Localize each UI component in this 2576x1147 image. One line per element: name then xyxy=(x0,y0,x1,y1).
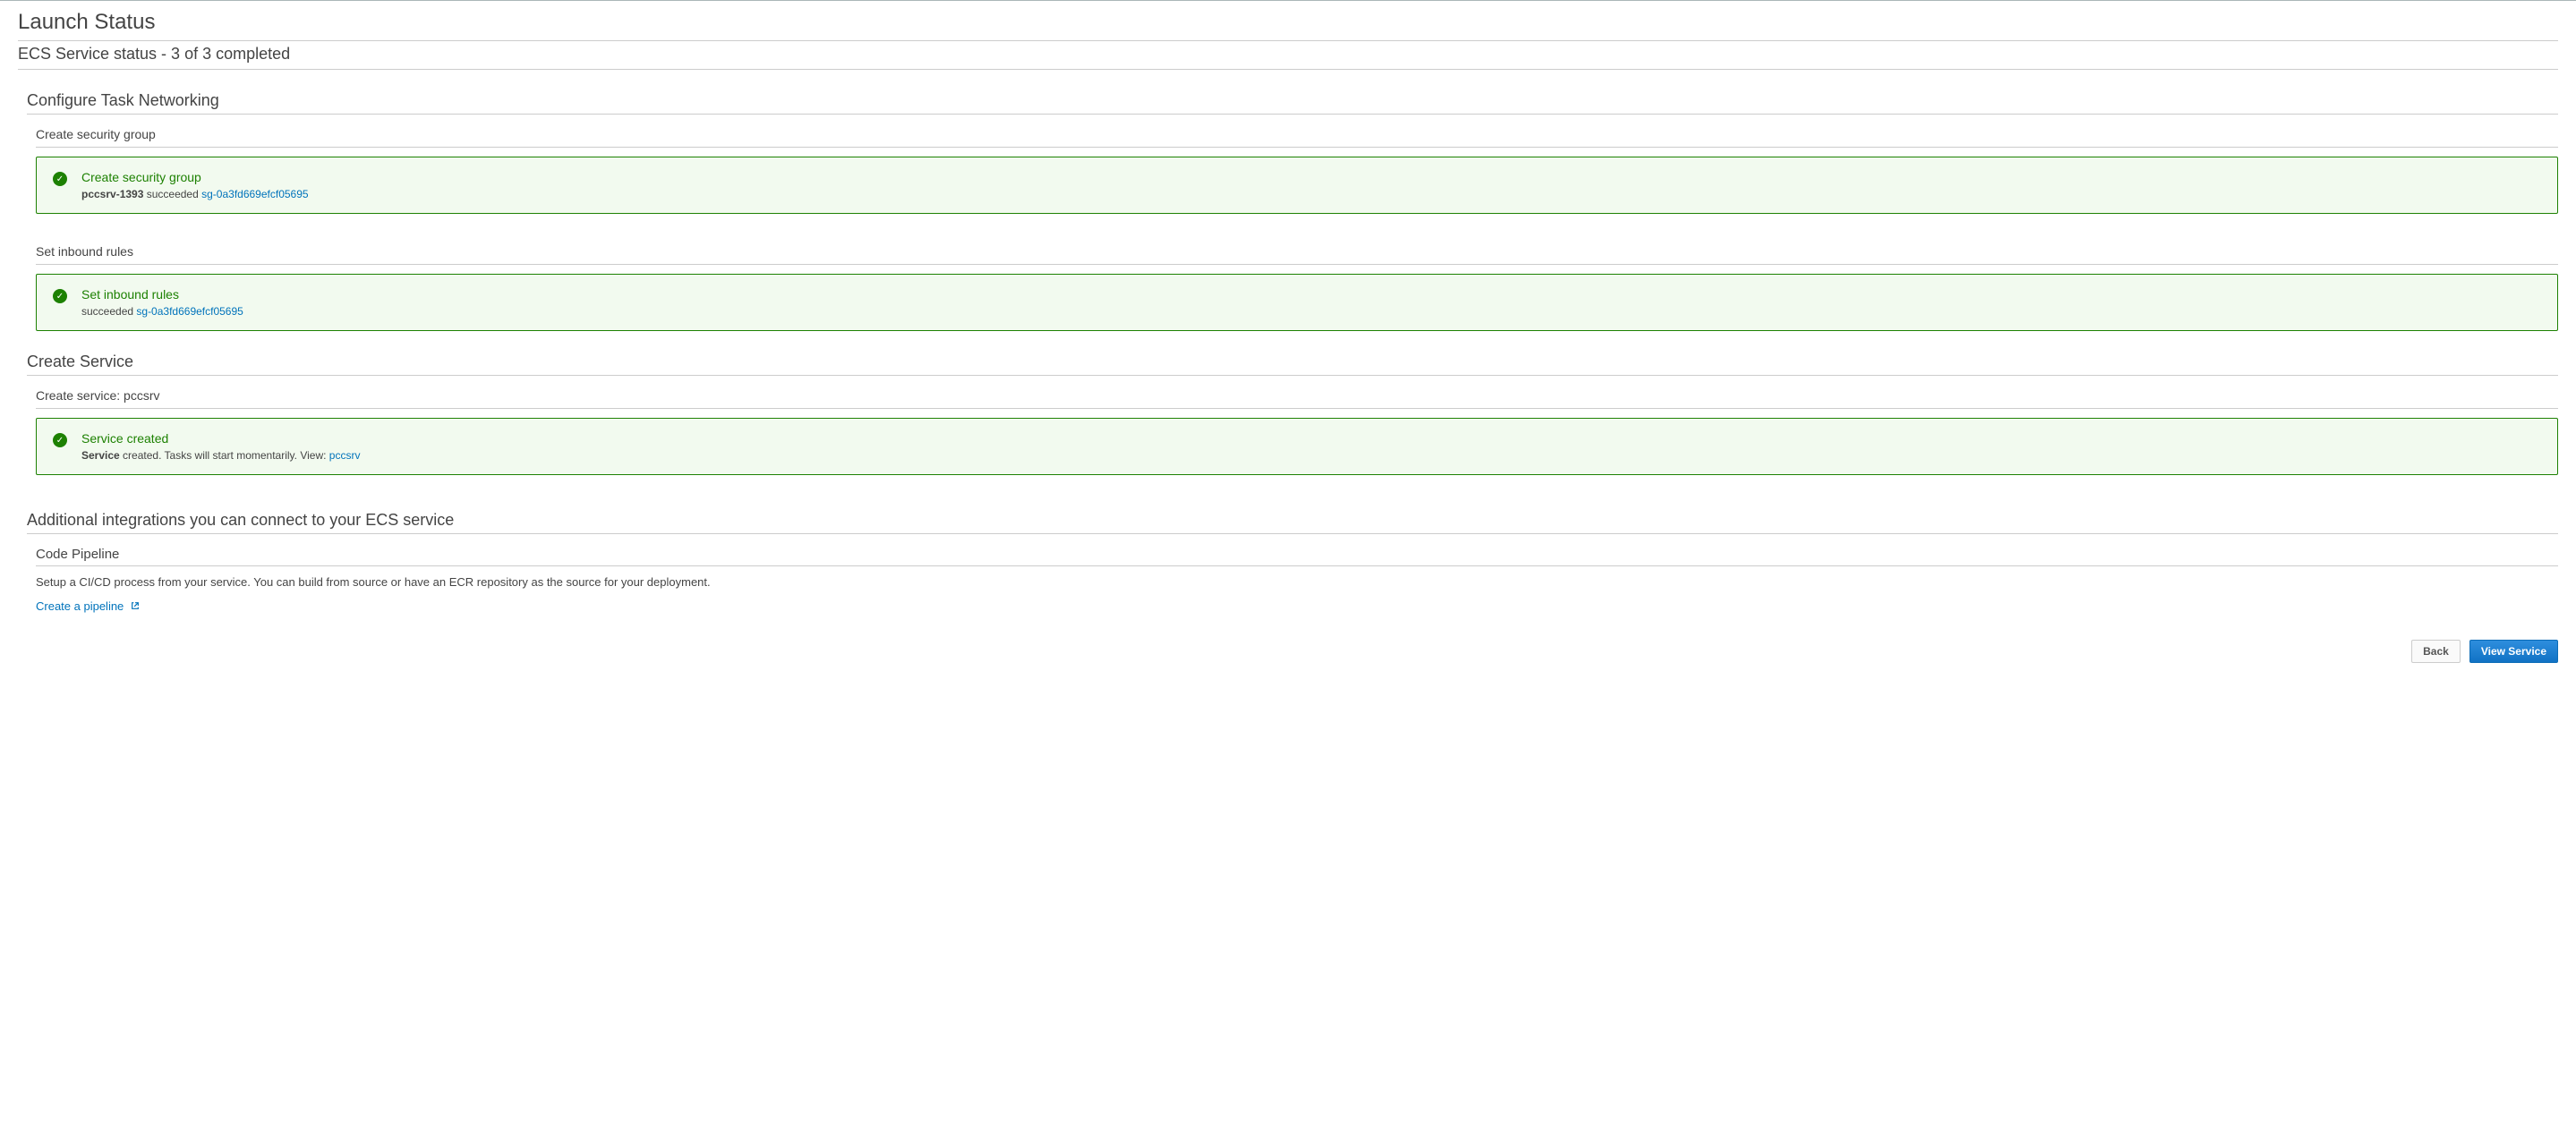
create-service-box-body: Service created Service created. Tasks w… xyxy=(81,431,360,462)
create-pipeline-row: Create a pipeline xyxy=(36,599,2558,613)
security-group-name: pccsrv-1393 xyxy=(81,188,143,200)
check-circle-icon: ✓ xyxy=(53,433,67,447)
inbound-rules-box-title: Set inbound rules xyxy=(81,287,243,302)
page-title: Launch Status xyxy=(18,1,2558,40)
security-group-box-detail: pccsrv-1393 succeeded sg-0a3fd669efcf056… xyxy=(81,188,309,200)
check-circle-icon: ✓ xyxy=(53,172,67,186)
create-service-success-box: ✓ Service created Service created. Tasks… xyxy=(36,418,2558,475)
inbound-rules-box-body: Set inbound rules succeeded sg-0a3fd669e… xyxy=(81,287,243,318)
create-service-link[interactable]: pccsrv xyxy=(329,449,361,462)
create-pipeline-link[interactable]: Create a pipeline xyxy=(36,599,140,613)
section-create-service-heading: Create Service xyxy=(27,353,2558,376)
security-group-box-title: Create security group xyxy=(81,170,309,184)
create-pipeline-link-text: Create a pipeline xyxy=(36,599,124,613)
section-integrations-heading: Additional integrations you can connect … xyxy=(27,511,2558,534)
inbound-rules-success-box: ✓ Set inbound rules succeeded sg-0a3fd66… xyxy=(36,274,2558,331)
security-group-box-body: Create security group pccsrv-1393 succee… xyxy=(81,170,309,200)
create-service-block: Create service: pccsrv ✓ Service created… xyxy=(36,388,2558,475)
create-service-label: Create service: pccsrv xyxy=(36,388,2558,409)
view-service-button[interactable]: View Service xyxy=(2469,640,2558,663)
code-pipeline-label: Code Pipeline xyxy=(36,547,2558,566)
code-pipeline-desc: Setup a CI/CD process from your service.… xyxy=(36,575,2558,589)
create-service-detail-bold: Service xyxy=(81,449,120,462)
inbound-rules-label: Set inbound rules xyxy=(36,244,2558,265)
inbound-rules-link[interactable]: sg-0a3fd669efcf05695 xyxy=(136,305,243,318)
create-service-box-title: Service created xyxy=(81,431,360,446)
inbound-rules-block: Set inbound rules ✓ Set inbound rules su… xyxy=(36,244,2558,331)
create-service-box-detail: Service created. Tasks will start moment… xyxy=(81,449,360,462)
back-button[interactable]: Back xyxy=(2411,640,2461,663)
section-configure-heading: Configure Task Networking xyxy=(27,91,2558,115)
security-group-success-box: ✓ Create security group pccsrv-1393 succ… xyxy=(36,157,2558,214)
inbound-rules-box-detail: succeeded sg-0a3fd669efcf05695 xyxy=(81,305,243,318)
security-group-link[interactable]: sg-0a3fd669efcf05695 xyxy=(201,188,308,200)
footer-buttons: Back View Service xyxy=(18,640,2558,663)
create-service-detail-rest: created. Tasks will start momentarily. V… xyxy=(120,449,329,462)
check-circle-icon: ✓ xyxy=(53,289,67,303)
external-link-icon xyxy=(131,599,140,608)
security-group-label: Create security group xyxy=(36,127,2558,148)
status-line: ECS Service status - 3 of 3 completed xyxy=(18,40,2558,70)
inbound-rules-status: succeeded xyxy=(81,305,133,318)
security-group-block: Create security group ✓ Create security … xyxy=(36,127,2558,214)
